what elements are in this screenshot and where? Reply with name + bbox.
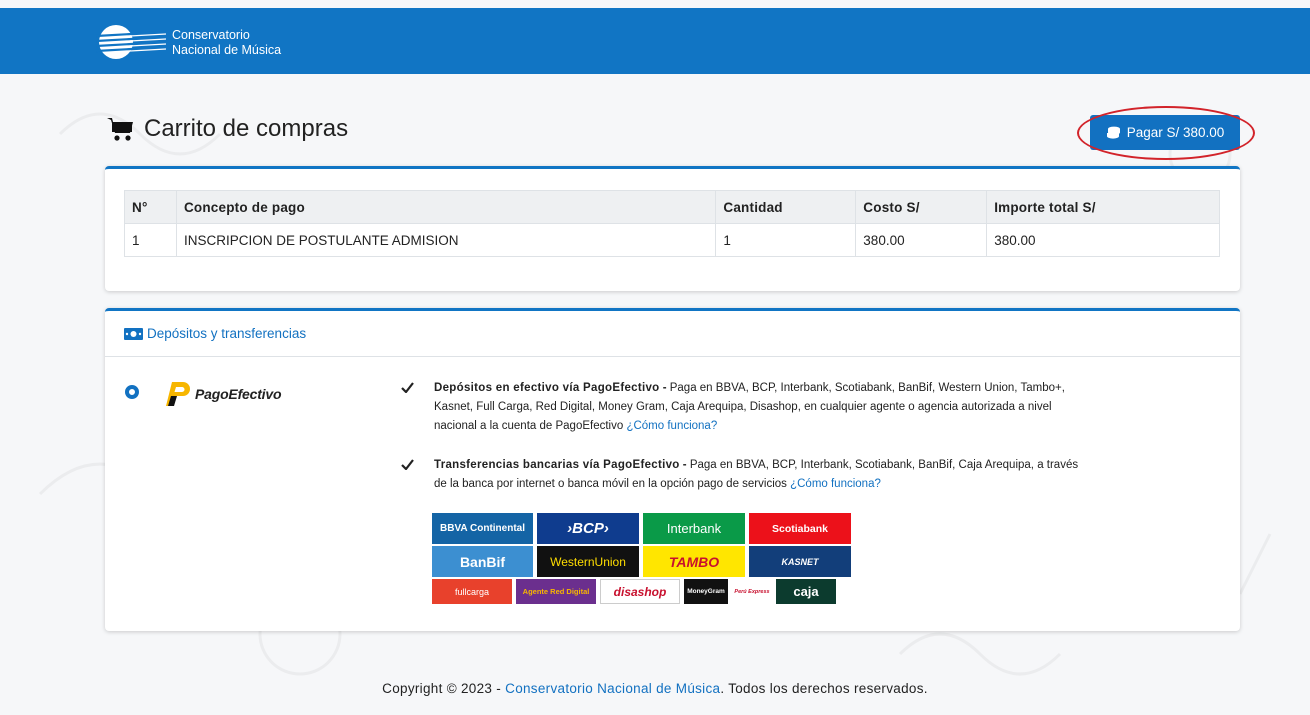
cell-number: 1 (124, 223, 177, 257)
shopping-cart-icon (107, 118, 133, 141)
feature-title: Transferencias bancarias vía PagoEfectiv… (434, 459, 680, 471)
cell-total: 380.00 (986, 223, 1220, 257)
payment-section-header: Depósitos y transferencias (105, 311, 1240, 357)
bank-logo-peru-express: Perú Express (732, 579, 772, 604)
check-icon (401, 382, 414, 393)
bank-logo-moneygram: MoneyGram (684, 579, 728, 604)
table-row: 1 INSCRIPCION DE POSTULANTE ADMISION 1 3… (124, 223, 1220, 257)
footer: Copyright © 2023 - Conservatorio Naciona… (0, 681, 1310, 696)
brand[interactable]: Conservatorio Nacional de Música (96, 22, 281, 62)
bank-logo-red-digital: Agente Red Digital (516, 579, 596, 604)
bank-logo-scotiabank: Scotiabank (749, 513, 851, 544)
column-header-number: N° (124, 190, 177, 224)
pagoefectivo-p-icon (166, 382, 190, 406)
feature-separator: - (679, 459, 690, 471)
bank-logo-interbank: Interbank (643, 513, 745, 544)
column-header-cost: Costo S/ (855, 190, 988, 224)
footer-prefix: Copyright © 2023 - (382, 681, 506, 696)
how-it-works-link[interactable]: ¿Cómo funciona? (626, 420, 717, 432)
column-header-concept: Concepto de pago (175, 190, 717, 224)
feature-bank-transfer: Transferencias bancarias vía PagoEfectiv… (401, 456, 1091, 494)
bank-logos: BBVA Continental ›BCP› Interbank Scotiab… (432, 513, 857, 606)
bank-logo-fullcarga: fullcarga (432, 579, 512, 604)
pagoefectivo-logo: PagoEfectivo (165, 381, 281, 407)
money-bill-icon (124, 327, 143, 340)
feature-cash-deposit: Depósitos en efectivo vía PagoEfectivo -… (401, 379, 1091, 436)
cell-concept: INSCRIPCION DE POSTULANTE ADMISION (175, 223, 717, 257)
cart-table-header-row: N° Concepto de pago Cantidad Costo S/ Im… (124, 190, 1220, 224)
pagoefectivo-radio[interactable] (125, 385, 139, 399)
bank-logo-tambo: TAMBO (643, 546, 745, 577)
bank-logo-bbva: BBVA Continental (432, 513, 533, 544)
bank-logo-banbif: BanBif (432, 546, 533, 577)
brand-line-1: Conservatorio (172, 28, 250, 42)
coins-icon (1106, 126, 1120, 139)
pay-button[interactable]: Pagar S/ 380.00 (1090, 115, 1240, 150)
cell-cost: 380.00 (855, 223, 988, 257)
bank-logo-disashop: disashop (600, 579, 680, 604)
payment-section-title: Depósitos y transferencias (147, 326, 307, 341)
check-icon (401, 459, 414, 470)
bank-logo-bcp: ›BCP› (537, 513, 639, 544)
top-navbar: Conservatorio Nacional de Música (0, 8, 1310, 74)
page-title-text: Carrito de compras (144, 115, 349, 142)
column-header-quantity: Cantidad (715, 190, 857, 224)
conservatorio-logo-icon (96, 25, 166, 59)
page-title: Carrito de compras (106, 115, 348, 143)
column-header-total: Importe total S/ (986, 190, 1220, 224)
cell-quantity: 1 (715, 223, 857, 257)
payment-card: Depósitos y transferencias PagoEfectivo … (105, 308, 1240, 631)
pagoefectivo-name: PagoEfectivo (195, 386, 282, 402)
pay-button-label: Pagar S/ 380.00 (1126, 125, 1225, 140)
bank-logo-caja-arequipa: caja (776, 579, 836, 604)
footer-suffix: . Todos los derechos reservados. (720, 681, 928, 696)
cart-table: N° Concepto de pago Cantidad Costo S/ Im… (124, 190, 1220, 257)
footer-link[interactable]: Conservatorio Nacional de Música (505, 681, 720, 696)
feature-separator: - (659, 382, 670, 394)
how-it-works-link[interactable]: ¿Cómo funciona? (790, 478, 881, 490)
brand-name: Conservatorio Nacional de Música (172, 28, 281, 58)
cart-card: N° Concepto de pago Cantidad Costo S/ Im… (105, 166, 1240, 291)
feature-title: Depósitos en efectivo vía PagoEfectivo (434, 382, 660, 394)
bank-logo-westernunion: WesternUnion (537, 546, 639, 577)
brand-line-2: Nacional de Música (172, 43, 282, 57)
bank-logo-kasnet: KASNET (749, 546, 851, 577)
